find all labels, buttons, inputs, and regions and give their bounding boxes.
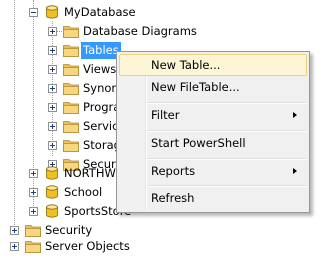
tree-node-tables[interactable]: Tables xyxy=(0,41,130,60)
menu-item-label: New FileTable... xyxy=(151,80,240,94)
tree-node-service-broker[interactable]: Servic xyxy=(0,117,119,136)
expand-icon[interactable] xyxy=(10,242,19,251)
submenu-arrow-icon xyxy=(293,168,297,174)
menu-item-filter[interactable]: Filter xyxy=(119,104,307,126)
tree-node-mydatabase[interactable]: MyDatabase xyxy=(0,3,200,22)
folder-icon xyxy=(25,225,41,237)
expand-icon[interactable] xyxy=(48,122,57,131)
submenu-arrow-icon xyxy=(293,112,297,118)
context-menu: New Table... New FileTable... Filter Sta… xyxy=(116,51,310,213)
tree-node-label: MyDatabase xyxy=(64,5,136,19)
tree-node-northwind[interactable]: NORTHW xyxy=(0,164,116,183)
menu-item-start-powershell[interactable]: Start PowerShell xyxy=(119,132,307,154)
tree-node-label: Progra xyxy=(83,100,121,114)
tree-node-label: Server Objects xyxy=(45,239,130,253)
menu-item-refresh[interactable]: Refresh xyxy=(119,187,307,209)
folder-icon xyxy=(63,102,79,114)
tree-node-synonyms[interactable]: Synor xyxy=(0,79,116,98)
database-icon xyxy=(46,5,58,19)
menu-item-label: Reports xyxy=(151,164,196,178)
expand-icon[interactable] xyxy=(48,27,57,36)
tree-node-programmability[interactable]: Progra xyxy=(0,98,120,117)
menu-item-label: Start PowerShell xyxy=(151,136,246,150)
expand-icon[interactable] xyxy=(48,65,57,74)
expand-icon[interactable] xyxy=(29,188,38,197)
expand-icon[interactable] xyxy=(48,103,57,112)
expand-icon[interactable] xyxy=(29,207,38,216)
menu-item-new-table[interactable]: New Table... xyxy=(119,54,307,76)
folder-icon xyxy=(63,64,79,76)
expand-icon[interactable] xyxy=(48,141,57,150)
database-icon xyxy=(46,185,58,199)
expand-icon[interactable] xyxy=(48,46,57,55)
tree-node-label: Tables xyxy=(81,42,121,59)
folder-icon xyxy=(63,45,79,57)
tree-node-school[interactable]: School xyxy=(0,183,116,202)
tree-node-label: School xyxy=(64,185,103,199)
database-icon xyxy=(46,166,58,180)
folder-icon xyxy=(63,121,79,133)
folder-icon xyxy=(63,140,79,152)
database-icon xyxy=(46,204,58,218)
expand-icon[interactable] xyxy=(48,84,57,93)
menu-item-label: Filter xyxy=(151,108,180,122)
menu-item-reports[interactable]: Reports xyxy=(119,160,307,182)
expand-icon[interactable] xyxy=(10,226,19,235)
tree-node-sportsstore[interactable]: SportsStore xyxy=(0,202,131,221)
tree-node-label: Database Diagrams xyxy=(83,24,197,38)
menu-item-label: New Table... xyxy=(151,58,221,72)
tree-node-label: Synor xyxy=(83,81,117,95)
tree-node-server-objects[interactable]: Server Objects xyxy=(0,237,200,256)
tree-node-label: NORTHW xyxy=(64,166,116,180)
tree-node-label: Servic xyxy=(83,119,119,133)
tree-node-views[interactable]: Views xyxy=(0,60,116,79)
expand-icon[interactable] xyxy=(29,169,38,178)
menu-item-new-filetable[interactable]: New FileTable... xyxy=(119,76,307,98)
tree-node-storage[interactable]: Storag xyxy=(0,136,121,155)
folder-icon xyxy=(25,241,41,253)
menu-item-label: Refresh xyxy=(151,191,195,205)
tree-node-label: Views xyxy=(83,62,117,76)
folder-icon xyxy=(63,26,79,38)
tree-node-database-diagrams[interactable]: Database Diagrams xyxy=(0,22,220,41)
collapse-icon[interactable] xyxy=(29,8,38,17)
folder-icon xyxy=(63,83,79,95)
